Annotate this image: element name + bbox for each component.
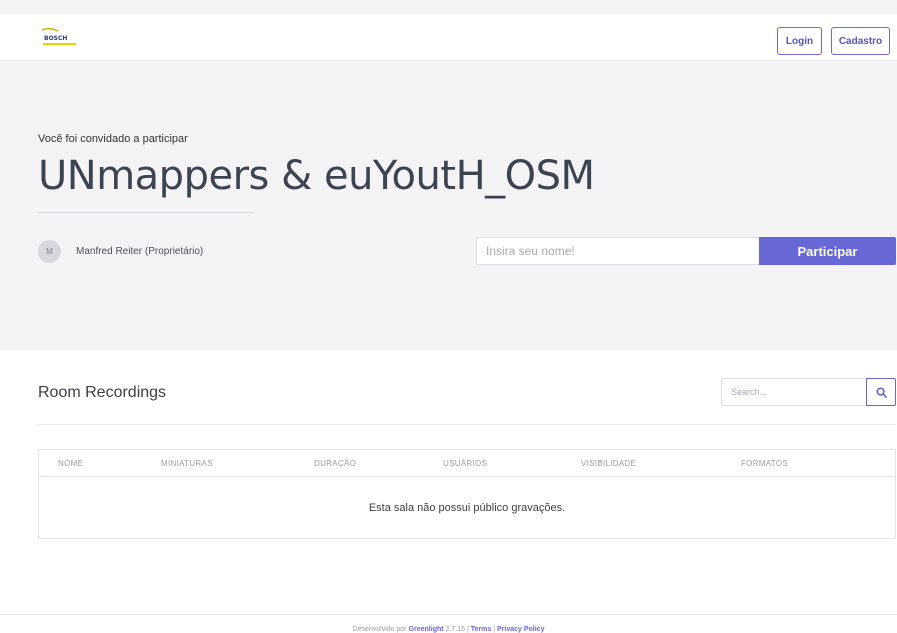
recordings-title: Room Recordings <box>38 384 167 401</box>
column-header-visibility: VISIBILIDADE <box>581 459 637 468</box>
owner-avatar: M <box>38 240 61 263</box>
invite-text: Você foi convidado a participar <box>38 133 188 145</box>
empty-state-message: Esta sala não possui público gravações. <box>368 502 566 514</box>
column-header-formats: FORMATOS <box>741 459 788 468</box>
column-header-duration[interactable]: DURAÇÃO <box>314 459 356 468</box>
brand-logo[interactable]: BOSCH <box>40 26 84 48</box>
column-header-name[interactable]: NOME <box>58 459 83 468</box>
search-icon <box>875 386 887 398</box>
login-button[interactable]: Login <box>777 27 822 55</box>
owner-name: Manfred Reiter (Proprietário) <box>76 246 204 257</box>
footer-separator: | <box>466 626 469 633</box>
browser-top-strip <box>0 0 897 14</box>
title-divider <box>38 212 254 213</box>
recordings-divider <box>38 424 896 425</box>
table-header-row: NOME MINIATURAS DURAÇÃO USUÁRIOS VISIBIL… <box>39 450 895 477</box>
footer-developed-by: Desenvolvido por <box>352 626 407 633</box>
column-header-users[interactable]: USUÁRIOS <box>443 459 487 468</box>
room-hero: Você foi convidado a participar UNmapper… <box>0 61 897 350</box>
column-header-thumbnails: MINIATURAS <box>161 459 213 468</box>
footer-separator: | <box>493 626 496 633</box>
terms-link[interactable]: Terms <box>471 626 492 633</box>
search-button[interactable] <box>866 378 896 406</box>
join-button[interactable]: Participar <box>759 237 896 265</box>
greenlight-link[interactable]: Greenlight <box>409 626 444 633</box>
recordings-table: NOME MINIATURAS DURAÇÃO USUÁRIOS VISIBIL… <box>38 449 896 539</box>
room-title: UNmappers & euYoutH_OSM <box>38 153 595 199</box>
privacy-policy-link[interactable]: Privacy Policy <box>497 626 544 633</box>
svg-text:BOSCH: BOSCH <box>44 35 67 42</box>
empty-state-row: Esta sala não possui público gravações. <box>39 477 895 539</box>
name-input[interactable] <box>476 237 759 265</box>
signup-button[interactable]: Cadastro <box>831 27 890 55</box>
search-input[interactable] <box>721 378 866 406</box>
footer-version: 2.7.16 <box>445 626 466 633</box>
navbar: BOSCH Login Cadastro <box>0 14 897 61</box>
footer: Desenvolvido por Greenlight 2.7.16 | Ter… <box>0 614 897 633</box>
